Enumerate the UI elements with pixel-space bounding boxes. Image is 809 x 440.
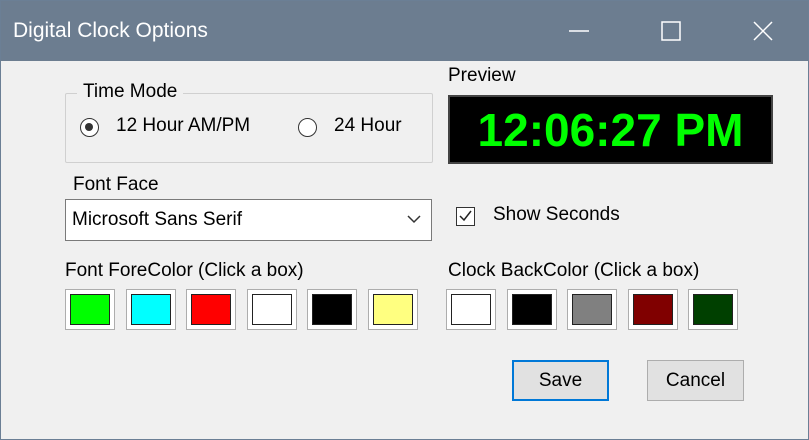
fore-color-swatch[interactable] — [246, 289, 297, 330]
check-icon — [459, 210, 472, 222]
chevron-down-icon[interactable] — [407, 214, 421, 224]
fore-color-swatch-fill[interactable] — [312, 294, 352, 325]
cancel-button[interactable]: Cancel — [647, 360, 744, 401]
radio-dot — [85, 123, 93, 131]
fore-color-swatch[interactable] — [307, 289, 357, 330]
back-color-swatch-fill[interactable] — [511, 294, 552, 325]
show-seconds-label[interactable]: Show Seconds — [493, 204, 620, 226]
back-color-swatch-fill[interactable] — [693, 294, 733, 325]
time-mode-legend: Time Mode — [77, 81, 184, 103]
back-color-swatch[interactable] — [506, 289, 557, 330]
preview-time: 12:06:27 PM — [477, 104, 744, 156]
fore-color-label: Font ForeColor (Click a box) — [65, 260, 304, 281]
back-color-swatch-fill[interactable] — [632, 294, 673, 325]
back-color-swatch[interactable] — [446, 289, 496, 330]
fore-color-swatch-fill[interactable] — [372, 294, 413, 325]
fore-color-swatch-fill[interactable] — [130, 294, 171, 325]
maximize-button[interactable] — [625, 1, 717, 61]
radio-12-hour-label[interactable]: 12 Hour AM/PM — [116, 115, 250, 137]
back-color-swatch-fill[interactable] — [451, 294, 491, 325]
clock-preview: 12:06:27 PM — [448, 95, 773, 164]
font-face-label: Font Face — [73, 174, 159, 195]
maximize-icon — [661, 21, 681, 41]
checkbox-box[interactable] — [456, 207, 475, 226]
fore-color-swatch-fill[interactable] — [251, 294, 292, 325]
font-face-select[interactable]: Microsoft Sans Serif — [65, 199, 432, 241]
fore-color-swatch-fill[interactable] — [191, 294, 231, 325]
fore-color-swatch[interactable] — [125, 289, 176, 330]
font-face-value: Microsoft Sans Serif — [72, 209, 242, 230]
minimize-icon — [569, 30, 589, 32]
save-button[interactable]: Save — [512, 360, 609, 401]
radio-button-unselected[interactable] — [298, 118, 317, 137]
fore-color-swatch[interactable] — [367, 289, 418, 330]
window-title: Digital Clock Options — [13, 19, 208, 42]
back-color-label: Clock BackColor (Click a box) — [448, 260, 700, 281]
options-dialog: Digital Clock Options Time Mode 12 Hour … — [0, 0, 809, 440]
fore-color-swatch[interactable] — [65, 289, 115, 330]
preview-label: Preview — [448, 65, 516, 86]
radio-button-selected[interactable] — [80, 118, 99, 137]
fore-color-swatch[interactable] — [186, 289, 236, 330]
back-color-swatch[interactable] — [627, 289, 678, 330]
title-bar[interactable]: Digital Clock Options — [1, 1, 808, 61]
back-color-swatch[interactable] — [688, 289, 738, 330]
back-color-swatch-fill[interactable] — [572, 294, 612, 325]
fore-color-swatch-fill[interactable] — [70, 294, 110, 325]
radio-24-hour-label[interactable]: 24 Hour — [334, 115, 402, 137]
close-icon — [753, 21, 773, 41]
minimize-button[interactable] — [533, 1, 625, 61]
close-button[interactable] — [717, 1, 809, 61]
back-color-swatch[interactable] — [567, 289, 617, 330]
